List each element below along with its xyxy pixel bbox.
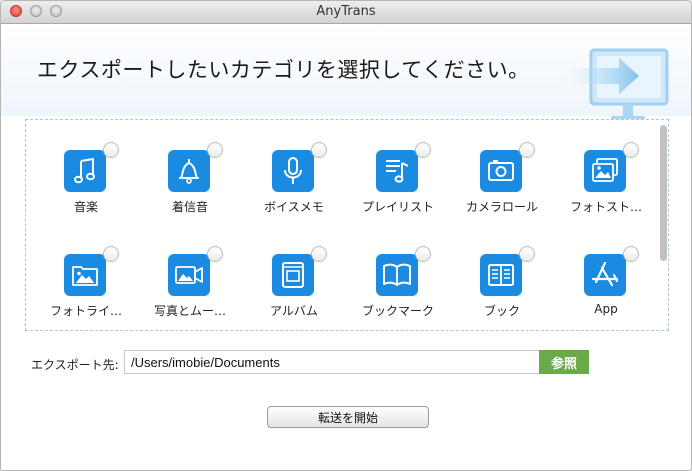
bell-icon	[168, 150, 210, 192]
category-label: プレイリスト	[361, 200, 434, 214]
title-bar: AnyTrans	[1, 1, 691, 24]
open-book-icon	[376, 254, 418, 296]
export-path-input[interactable]	[124, 350, 539, 374]
category-album-radio[interactable]	[311, 246, 327, 262]
category-label: カメラロール	[465, 200, 538, 214]
photo-stream-icon	[584, 150, 626, 192]
category-bookmark[interactable]: ブックマーク	[346, 246, 450, 344]
photo-video-icon	[168, 254, 210, 296]
category-label: フォトスト…	[569, 200, 642, 214]
app-store-icon	[584, 254, 626, 296]
category-voice-memo[interactable]: ボイスメモ	[242, 142, 346, 240]
category-book[interactable]: ブック	[450, 246, 554, 344]
category-label: App	[594, 302, 618, 316]
window-title: AnyTrans	[316, 4, 376, 19]
scroll-thumb[interactable]	[660, 125, 667, 261]
export-destination-label: エクスポート先:	[31, 358, 119, 372]
camera-icon	[480, 150, 522, 192]
category-music-radio[interactable]	[103, 142, 119, 158]
category-music[interactable]: 音楽	[34, 142, 138, 240]
category-camera-roll[interactable]: カメラロール	[450, 142, 554, 240]
category-app-radio[interactable]	[623, 246, 639, 262]
category-app[interactable]: App	[554, 246, 658, 344]
category-label: フォトライ…	[49, 304, 122, 318]
category-label: 音楽	[73, 200, 98, 214]
category-bookmark-radio[interactable]	[415, 246, 431, 262]
category-playlist-radio[interactable]	[415, 142, 431, 158]
category-label: ブックマーク	[361, 304, 434, 318]
category-photo-stream[interactable]: フォトスト…	[554, 142, 658, 240]
music-note-icon	[64, 150, 106, 192]
category-photo-library-radio[interactable]	[103, 246, 119, 262]
category-book-radio[interactable]	[519, 246, 535, 262]
start-transfer-button[interactable]: 転送を開始	[267, 406, 429, 428]
category-scrollbar[interactable]	[657, 121, 669, 329]
app-window: AnyTrans エクスポートしたいカテゴリを選択してください。 音楽 着信音 …	[0, 0, 692, 471]
category-voice-memo-radio[interactable]	[311, 142, 327, 158]
category-photo-video-radio[interactable]	[207, 246, 223, 262]
category-label: アルバム	[270, 304, 318, 318]
category-label: 写真とムー…	[153, 304, 226, 318]
category-photo-library[interactable]: フォトライ…	[34, 246, 138, 344]
category-camera-roll-radio[interactable]	[519, 142, 535, 158]
category-label: ボイスメモ	[264, 200, 324, 214]
category-ringtone[interactable]: 着信音	[138, 142, 242, 240]
header-banner: エクスポートしたいカテゴリを選択してください。	[1, 24, 691, 121]
browse-button[interactable]: 参照	[539, 350, 589, 374]
microphone-icon	[272, 150, 314, 192]
category-album[interactable]: アルバム	[242, 246, 346, 344]
category-photo-video[interactable]: 写真とムー…	[138, 246, 242, 344]
page-title: エクスポートしたいカテゴリを選択してください。	[37, 58, 530, 82]
category-ringtone-radio[interactable]	[207, 142, 223, 158]
playlist-icon	[376, 150, 418, 192]
book-icon	[480, 254, 522, 296]
category-playlist[interactable]: プレイリスト	[346, 142, 450, 240]
category-photo-stream-radio[interactable]	[623, 142, 639, 158]
category-label: ブック	[483, 304, 520, 318]
category-label: 着信音	[171, 200, 208, 214]
photo-library-icon	[64, 254, 106, 296]
album-icon	[272, 254, 314, 296]
